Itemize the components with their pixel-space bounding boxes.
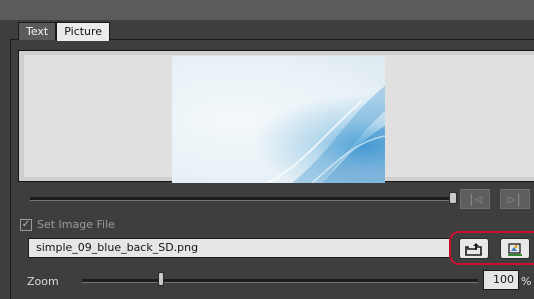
window-top-bar [0,0,534,20]
skip-to-end-icon: ▷| [507,192,523,206]
set-image-file-checkbox[interactable]: ✓ [20,219,32,231]
preview-image [172,56,385,183]
zoom-value-field[interactable]: 100 [483,270,519,290]
zoom-label: Zoom [27,275,59,288]
checkmark-icon: ✓ [21,219,31,230]
skip-to-start-button[interactable]: |◁ [460,189,490,209]
paint-image-icon [508,242,522,256]
image-file-name-field[interactable]: simple_09_blue_back_SD.png [28,238,450,258]
preview-swirl [266,86,385,183]
folder-open-icon [465,242,482,256]
set-image-file-label: Set Image File [37,218,115,231]
skip-to-end-button[interactable]: ▷| [500,189,530,209]
tab-bar: Text Picture [18,22,111,41]
paint-image-button[interactable] [500,238,530,259]
zoom-slider-thumb[interactable] [158,272,164,286]
timeline-slider-track[interactable] [30,197,454,201]
skip-to-start-icon: |◁ [467,192,483,206]
timeline-slider-thumb[interactable] [449,192,457,204]
open-file-button[interactable] [459,238,489,259]
zoom-unit-label: % [521,275,532,288]
zoom-slider-track[interactable] [82,279,478,283]
tab-text[interactable]: Text [18,22,57,40]
tab-picture[interactable]: Picture [56,22,111,41]
